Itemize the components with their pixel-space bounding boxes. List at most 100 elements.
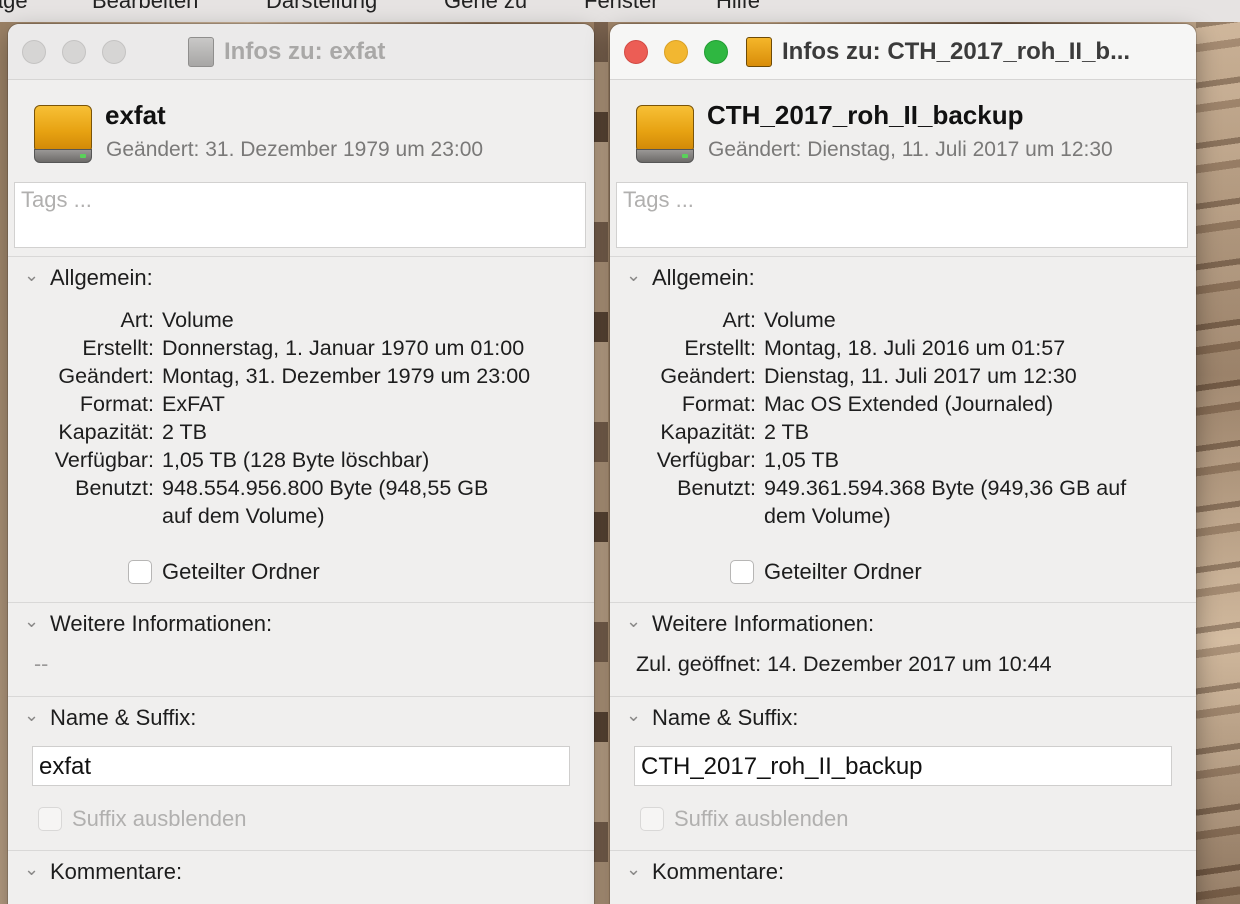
window-title-text: Infos zu: CTH_2017_roh_II_b...	[782, 38, 1131, 65]
desktop-background	[594, 22, 608, 904]
desktop-background	[1196, 22, 1240, 904]
menu-item-darstellung[interactable]: Darstellung	[266, 0, 377, 14]
menu-item-gehe-zu[interactable]: Gehe zu	[444, 0, 527, 14]
window-title-text: Infos zu: exfat	[224, 38, 386, 65]
info-key: Benutzt:	[677, 476, 756, 500]
info-value: 1,05 TB (128 Byte löschbar)	[162, 448, 430, 472]
window-title: Infos zu: CTH_2017_roh_II_b...	[746, 36, 1130, 68]
section-comments[interactable]: ⌄ Kommentare:	[8, 850, 594, 890]
hide-suffix-checkbox-row: Suffix ausblenden	[640, 806, 849, 832]
chevron-down-icon[interactable]: ⌄	[24, 859, 39, 880]
shared-folder-label: Geteilter Ordner	[162, 559, 320, 584]
section-general-label: Allgemein:	[50, 265, 153, 290]
info-key: Art:	[722, 308, 756, 332]
info-value: Dienstag, 11. Juli 2017 um 12:30	[764, 364, 1077, 388]
section-general[interactable]: ⌄ Allgemein:	[8, 256, 594, 296]
info-key: Erstellt:	[82, 336, 154, 360]
info-window-exfat: Infos zu: exfat exfat Geändert: 31. Deze…	[8, 24, 594, 904]
shared-folder-checkbox[interactable]	[128, 560, 152, 584]
chevron-down-icon[interactable]: ⌄	[626, 611, 641, 632]
chevron-down-icon[interactable]: ⌄	[626, 265, 641, 286]
hide-suffix-checkbox	[38, 807, 62, 831]
section-comments-label: Kommentare:	[50, 859, 183, 884]
window-title: Infos zu: exfat	[188, 36, 385, 68]
info-value: Mac OS Extended (Journaled)	[764, 392, 1054, 416]
chevron-down-icon[interactable]: ⌄	[24, 705, 39, 726]
info-key: Geändert:	[660, 364, 756, 388]
section-general[interactable]: ⌄ Allgemein:	[610, 256, 1196, 296]
shared-folder-checkbox[interactable]	[730, 560, 754, 584]
info-key: Benutzt:	[75, 476, 154, 500]
chevron-down-icon[interactable]: ⌄	[626, 859, 641, 880]
info-key: Geändert:	[58, 364, 154, 388]
chevron-down-icon[interactable]: ⌄	[24, 265, 39, 286]
menu-bar: lage Bearbeiten Darstellung Gehe zu Fens…	[0, 0, 1240, 22]
name-field[interactable]: CTH_2017_roh_II_backup	[634, 746, 1172, 786]
close-button[interactable]	[22, 40, 46, 64]
menu-item-hilfe[interactable]: Hilfe	[716, 0, 760, 14]
drive-icon	[188, 37, 214, 67]
info-window-cth-backup: Infos zu: CTH_2017_roh_II_b... CTH_2017_…	[610, 24, 1196, 904]
more-info-text: Zul. geöffnet: 14. Dezember 2017 um 10:4…	[636, 652, 1052, 676]
section-name-suffix[interactable]: ⌄ Name & Suffix:	[8, 696, 594, 736]
info-key: Erstellt:	[684, 336, 756, 360]
info-value: 1,05 TB	[764, 448, 839, 472]
info-key: Verfügbar:	[54, 448, 154, 472]
section-more-info[interactable]: ⌄ Weitere Informationen:	[610, 602, 1196, 642]
minimize-button[interactable]	[664, 40, 688, 64]
title-bar[interactable]: Infos zu: exfat	[8, 24, 594, 80]
name-field[interactable]: exfat	[32, 746, 570, 786]
info-header: CTH_2017_roh_II_backup Geändert: Diensta…	[610, 80, 1196, 184]
info-key: Verfügbar:	[656, 448, 756, 472]
menu-item-ablage[interactable]: lage	[0, 0, 28, 14]
info-value: 949.361.594.368 Byte (949,36 GB auf	[764, 476, 1127, 500]
info-value: auf dem Volume)	[162, 504, 325, 528]
section-name-suffix[interactable]: ⌄ Name & Suffix:	[610, 696, 1196, 736]
info-value: 2 TB	[162, 420, 208, 444]
info-value: Volume	[162, 308, 234, 332]
tags-field[interactable]: Tags ...	[616, 182, 1188, 248]
info-header: exfat Geändert: 31. Dezember 1979 um 23:…	[8, 80, 594, 184]
menu-item-bearbeiten[interactable]: Bearbeiten	[92, 0, 198, 14]
info-value: 948.554.956.800 Byte (948,55 GB	[162, 476, 489, 500]
shared-folder-checkbox-row[interactable]: Geteilter Ordner	[128, 559, 320, 585]
hide-suffix-checkbox-row: Suffix ausblenden	[38, 806, 247, 832]
info-value: Montag, 18. Juli 2016 um 01:57	[764, 336, 1066, 360]
info-key: Kapazität:	[660, 420, 756, 444]
chevron-down-icon[interactable]: ⌄	[626, 705, 641, 726]
section-more-info-label: Weitere Informationen:	[652, 611, 875, 636]
hide-suffix-checkbox	[640, 807, 664, 831]
section-comments[interactable]: ⌄ Kommentare:	[610, 850, 1196, 890]
info-value: Donnerstag, 1. Januar 1970 um 01:00	[162, 336, 525, 360]
close-button[interactable]	[624, 40, 648, 64]
menu-item-fenster[interactable]: Fenster	[584, 0, 659, 14]
minimize-button[interactable]	[62, 40, 86, 64]
info-value: ExFAT	[162, 392, 225, 416]
volume-changed-date: Geändert: 31. Dezember 1979 um 23:00	[106, 138, 484, 161]
title-bar[interactable]: Infos zu: CTH_2017_roh_II_b...	[610, 24, 1196, 80]
info-value: Montag, 31. Dezember 1979 um 23:00	[162, 364, 531, 388]
drive-icon	[636, 105, 694, 163]
hide-suffix-label: Suffix ausblenden	[674, 806, 849, 831]
section-more-info[interactable]: ⌄ Weitere Informationen:	[8, 602, 594, 642]
info-value: Volume	[764, 308, 836, 332]
info-key: Kapazität:	[58, 420, 154, 444]
zoom-button[interactable]	[704, 40, 728, 64]
drive-icon	[746, 37, 772, 67]
section-name-suffix-label: Name & Suffix:	[652, 705, 799, 730]
info-key: Format:	[79, 392, 154, 416]
shared-folder-label: Geteilter Ordner	[764, 559, 922, 584]
info-key: Art:	[120, 308, 154, 332]
info-value: dem Volume)	[764, 504, 891, 528]
more-info-text: --	[34, 652, 49, 676]
shared-folder-checkbox-row[interactable]: Geteilter Ordner	[730, 559, 922, 585]
hide-suffix-label: Suffix ausblenden	[72, 806, 247, 831]
chevron-down-icon[interactable]: ⌄	[24, 611, 39, 632]
tags-field[interactable]: Tags ...	[14, 182, 586, 248]
info-value: 2 TB	[764, 420, 810, 444]
volume-name: CTH_2017_roh_II_backup	[707, 100, 1024, 130]
section-name-suffix-label: Name & Suffix:	[50, 705, 197, 730]
section-comments-label: Kommentare:	[652, 859, 785, 884]
zoom-button[interactable]	[102, 40, 126, 64]
info-key: Format:	[681, 392, 756, 416]
